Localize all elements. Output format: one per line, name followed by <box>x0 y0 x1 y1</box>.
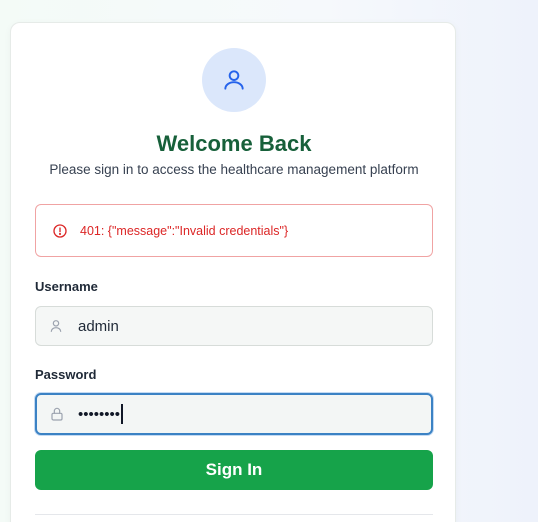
text-caret <box>121 404 123 424</box>
lock-icon <box>49 406 65 422</box>
user-icon <box>221 67 247 93</box>
page-subtitle: Please sign in to access the healthcare … <box>49 162 419 177</box>
sign-in-button[interactable]: Sign In <box>35 450 433 490</box>
divider <box>35 514 433 515</box>
login-card: Welcome Back Please sign in to access th… <box>10 22 456 522</box>
error-message: 401: {"message":"Invalid credentials"} <box>80 223 289 238</box>
avatar <box>202 48 266 112</box>
error-alert: 401: {"message":"Invalid credentials"} <box>35 204 433 257</box>
page-title: Welcome Back <box>156 131 312 156</box>
password-input[interactable]: •••••••• <box>78 406 120 423</box>
username-label: Username <box>35 279 98 294</box>
username-input[interactable]: admin <box>78 318 119 335</box>
password-label: Password <box>35 367 97 382</box>
user-icon <box>48 318 64 334</box>
username-field[interactable]: admin <box>35 306 433 346</box>
password-field[interactable]: •••••••• <box>35 393 433 435</box>
alert-circle-icon <box>52 223 68 239</box>
